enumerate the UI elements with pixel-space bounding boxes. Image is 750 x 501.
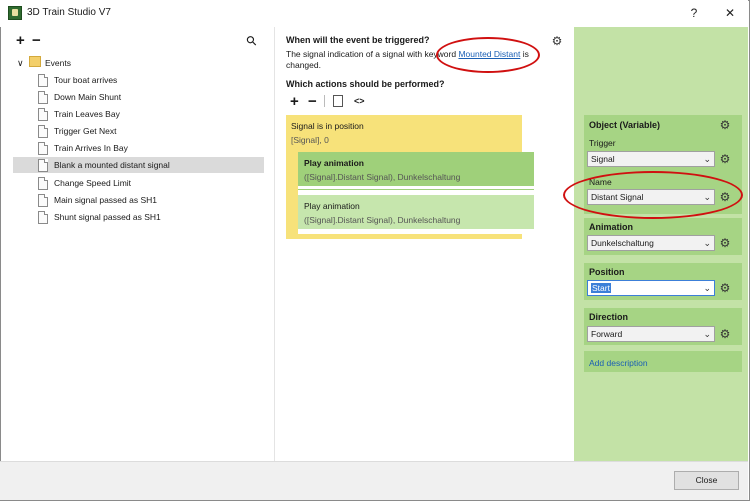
trigger-description-line2: changed. [286,60,321,70]
object-gear-icon[interactable]: ⚙ [719,119,731,131]
animation-gear-icon[interactable]: ⚙ [719,237,731,249]
action-subtitle: ([Signal].Distant Signal), Dunkelschaltu… [304,215,461,225]
remove-action-button[interactable]: − [308,94,317,109]
trigger-heading: When will the event be triggered? [286,35,430,45]
list-item[interactable]: Main signal passed as SH1 [36,192,262,208]
list-item[interactable]: Change Speed Limit [36,175,262,191]
position-heading: Position [589,267,625,277]
trigger-gear-icon[interactable]: ⚙ [551,35,563,47]
window-title: 3D Train Studio V7 [27,7,111,18]
action-subtitle: ([Signal].Distant Signal), Dunkelschaltu… [304,172,461,182]
title-bar [0,0,748,27]
direction-select[interactable]: Forward ⌄ [587,326,715,342]
condition-title: Signal is in position [291,121,364,131]
panel-divider[interactable] [274,27,275,461]
annotation-ellipse [436,37,540,73]
animation-heading: Animation [589,222,633,232]
chevron-down-icon: ⌄ [703,283,711,293]
position-select[interactable]: Start ⌄ [587,280,715,296]
list-item[interactable]: Train Leaves Bay [36,106,262,122]
object-heading: Object (Variable) [589,120,661,130]
actions-heading: Which actions should be performed? [286,79,445,89]
list-item[interactable]: Trigger Get Next [36,123,262,139]
action-title: Play animation [304,158,364,168]
chevron-down-icon: ⌄ [703,154,711,164]
toolbar-separator [324,95,325,107]
condition-bracket [286,152,298,234]
list-item[interactable]: Shunt signal passed as SH1 [36,209,262,225]
add-description-link[interactable]: Add description [589,358,648,368]
document-icon [38,91,48,104]
folder-icon [29,56,41,67]
help-button[interactable]: ? [683,4,705,22]
condition-footer [286,234,522,239]
list-item[interactable]: Train Arrives In Bay [36,140,262,156]
document-icon [38,194,48,207]
position-gear-icon[interactable]: ⚙ [719,282,731,294]
code-icon[interactable]: <> [354,96,365,106]
chevron-down-icon: ⌄ [703,329,711,339]
list-item[interactable]: Down Main Shunt [36,89,262,105]
trigger-label: Trigger [589,138,616,148]
document-icon [38,74,48,87]
events-folder-label[interactable]: Events [45,58,71,68]
document-icon [38,142,48,155]
footer-bar [0,461,748,500]
add-action-button[interactable]: + [290,94,299,109]
window-close-button[interactable]: ✕ [719,4,741,22]
document-icon [38,177,48,190]
direction-heading: Direction [589,312,629,322]
chevron-down-icon[interactable]: ∨ [17,58,24,69]
copy-icon[interactable] [333,95,343,107]
list-item[interactable]: Tour boat arrives [36,72,262,88]
animation-select[interactable]: Dunkelschaltung ⌄ [587,235,715,251]
remove-event-button[interactable]: − [32,33,41,48]
trigger-select[interactable]: Signal ⌄ [587,151,715,167]
condition-subtitle: [Signal], 0 [291,135,329,145]
action-title: Play animation [304,201,360,211]
list-item-selected[interactable]: Blank a mounted distant signal [13,157,264,173]
close-button[interactable]: Close [674,471,739,490]
add-event-button[interactable]: + [16,33,25,48]
app-train-icon [8,6,22,20]
document-icon [38,211,48,224]
drop-indicator [298,189,534,190]
document-icon [38,125,48,138]
direction-gear-icon[interactable]: ⚙ [719,328,731,340]
annotation-ellipse [563,171,743,219]
chevron-down-icon: ⌄ [703,238,711,248]
document-icon [38,108,48,121]
trigger-gear-icon[interactable]: ⚙ [719,153,731,165]
document-icon [38,159,48,172]
